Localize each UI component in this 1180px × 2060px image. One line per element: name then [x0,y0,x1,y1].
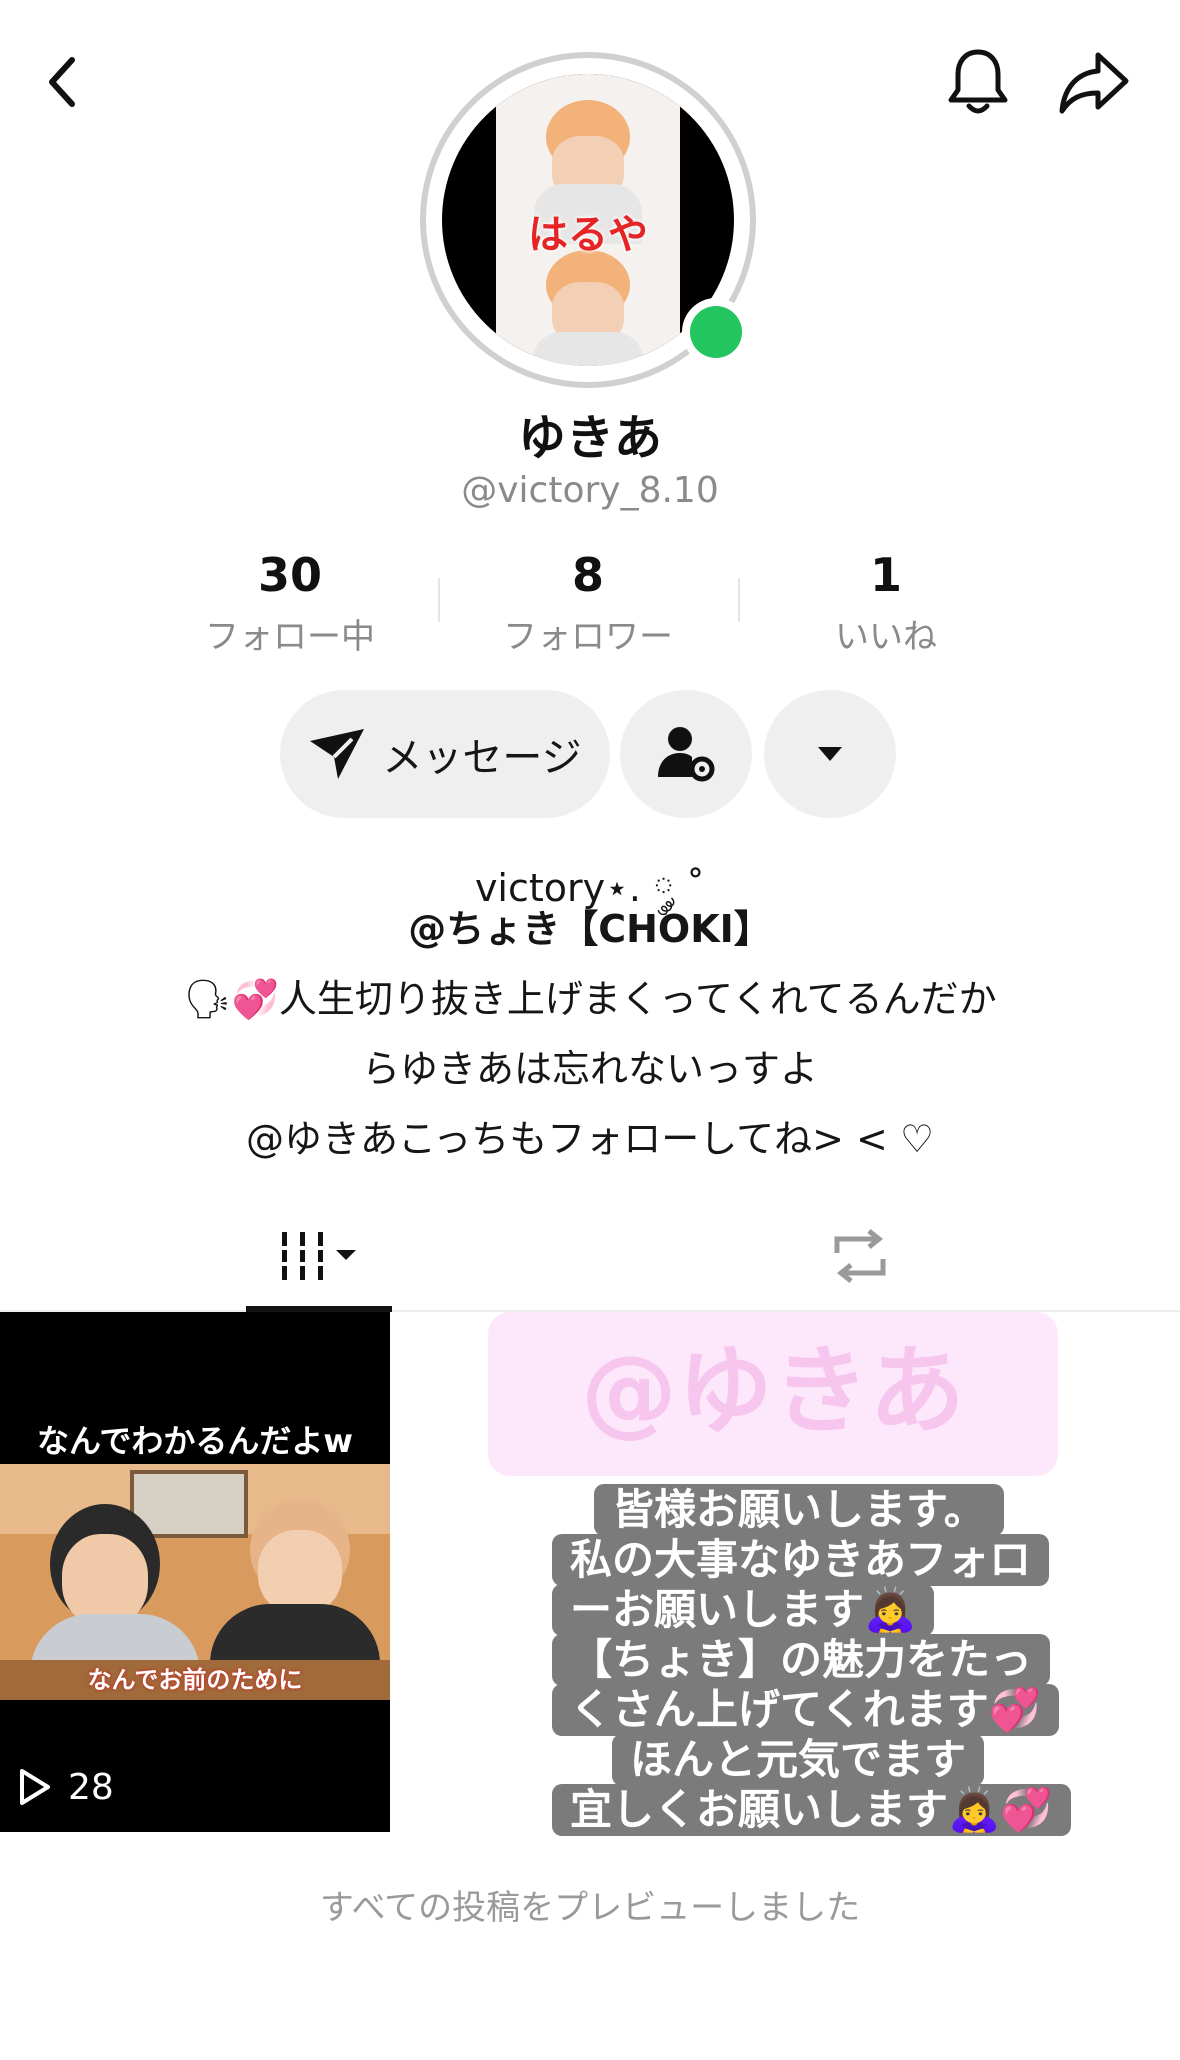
bio-mention-choki[interactable]: @ちょき【CHOKI】 [0,898,1180,953]
video-caption-bottom: なんでお前のために [87,1666,303,1694]
repost-icon [834,1229,886,1283]
story-text-line: 【ちょき】の魅力をたっ [552,1634,1051,1686]
stat-followers[interactable]: 8 フォロワー [458,548,718,658]
story-text-line: ーお願いします🙇‍♀️ [552,1584,935,1636]
share-arrow-icon [1059,52,1129,114]
back-button[interactable] [30,50,94,114]
play-icon [20,1769,50,1805]
bio-line: らゆきあは忘れないっすよ [361,1047,818,1091]
bio-line: 🗣💞人生切り抜き上げまくってくれてるんだか [183,977,997,1021]
view-count-value: 28 [68,1766,114,1808]
mention-text: @ゆきあ [581,1335,965,1447]
avatar-caption: はるや [528,212,648,258]
story-text-line: 宜しくお願いします🙇‍♀️💞 [552,1784,1071,1836]
bio-mention-yukia[interactable]: @ゆきあこっちもフォローしてね> < ♡ [0,1108,1180,1163]
message-button[interactable]: メッセージ [280,690,610,818]
following-count: 30 [257,548,322,602]
video-thumbnail[interactable]: なんでわかるんだよw なんでお前のために 28 [0,1312,390,1832]
story-text-line: 私の大事なゆきあフォロ [552,1534,1050,1586]
add-friend-button[interactable] [620,690,752,818]
mention-sticker[interactable]: @ゆきあ [488,1312,1058,1476]
stat-divider [738,578,740,622]
send-icon [310,729,365,779]
tab-videos[interactable] [246,1210,392,1302]
stat-following[interactable]: 30 フォロー中 [160,548,420,658]
likes-count: 1 [869,548,902,602]
person-settings-icon [658,727,715,782]
username: @victory_8.10 [461,470,719,511]
chevron-left-icon [49,57,75,107]
followers-label: フォロワー [503,617,673,658]
online-status-dot [682,298,750,366]
avatar[interactable]: はるや [420,52,756,388]
stat-likes[interactable]: 1 いいね [756,548,1016,658]
caret-down-icon [818,747,842,761]
display-name: ゆきあ [517,410,662,466]
video-caption-top: なんでわかるんだよw [37,1422,353,1460]
message-label: メッセージ [382,735,582,781]
notification-button[interactable] [940,44,1016,120]
followers-count: 8 [571,548,604,602]
story-text-line: 皆様お願いします。 [594,1484,1004,1536]
bell-icon [948,49,1008,114]
following-label: フォロー中 [205,617,375,658]
share-button[interactable] [1054,44,1134,120]
view-count: 28 [18,1762,114,1812]
tab-reposts[interactable] [810,1210,910,1302]
stat-divider [438,578,440,622]
story-text-line: くさん上げてくれます💞 [552,1684,1060,1736]
more-options-button[interactable] [764,690,896,818]
all-posts-previewed-note: すべての投稿をプレビューしました [319,1888,861,1928]
video-frame: なんでお前のために [0,1464,390,1700]
story-text-line: ほんと元気でます [612,1734,985,1786]
likes-label: いいね [835,617,937,658]
grid-bars-icon [282,1232,356,1280]
